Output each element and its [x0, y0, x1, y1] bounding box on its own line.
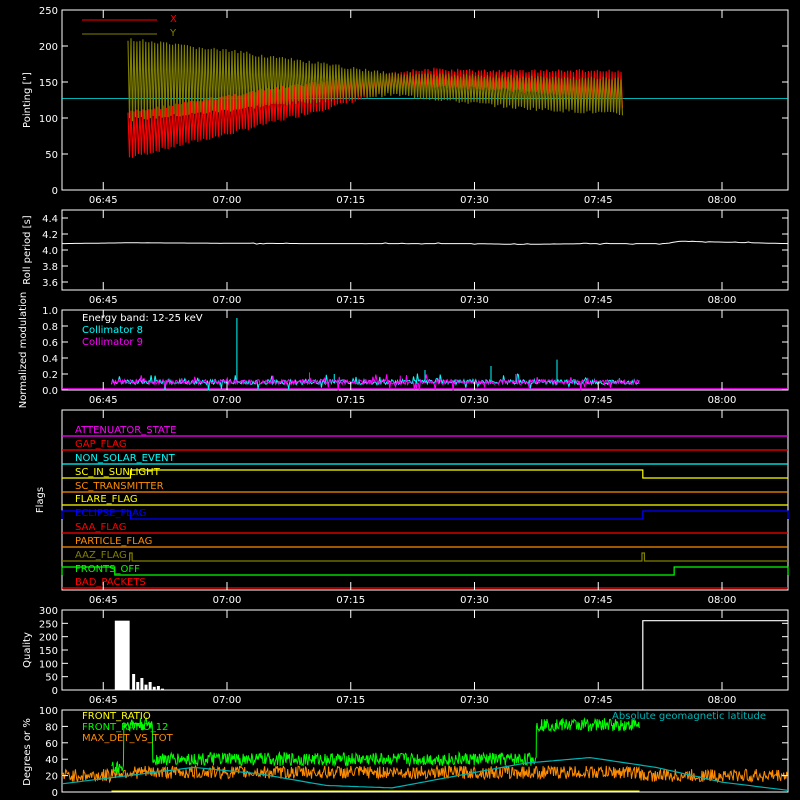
- flag-label-particle-flag: PARTICLE_FLAG: [75, 536, 152, 547]
- quality-bar: [136, 682, 140, 690]
- flags-xtick-label: 06:45: [89, 595, 118, 606]
- flags-xtick-label: 07:30: [460, 595, 489, 606]
- flag-label-eclipse-flag: ECLIPSE_FLAG: [75, 508, 146, 519]
- quality-bar: [140, 678, 144, 690]
- quality-ytick-label: 0: [52, 686, 58, 697]
- quality-block-start: [114, 620, 130, 690]
- flags-xtick-label: 07:45: [584, 595, 613, 606]
- modulation-xtick-label: 07:15: [336, 395, 365, 406]
- legend-geomag-latitude: Absolute geomagnetic latitude: [612, 711, 766, 722]
- pointing-xtick-label: 07:45: [584, 195, 613, 206]
- legend-x-label: X: [170, 14, 177, 25]
- roll-period-ytick-label: 4.0: [42, 246, 58, 257]
- legend-collimator8: Collimator 8: [82, 325, 143, 336]
- chart-canvas: 050100150200250 06:45 07:00 07:15 07:30 07:4…: [0, 0, 800, 800]
- legend-front-ratio-12: FRONT_RATIO_12: [82, 722, 168, 733]
- flag-label-sc-transmitter: SC_TRANSMITTER: [75, 481, 164, 492]
- ratio-ytick-label: 0: [52, 788, 58, 799]
- pointing-ytick-label: 200: [39, 42, 58, 53]
- ratio-ytick-label: 60: [45, 739, 58, 750]
- legend-front-ratio: FRONT_RATIO: [82, 711, 151, 722]
- quality-bar: [152, 686, 156, 690]
- quality-ytick-label: 50: [45, 673, 58, 684]
- modulation-ytick-label: 0.0: [42, 386, 58, 397]
- quality-bar: [144, 684, 148, 690]
- pointing-ytick-label: 150: [39, 78, 58, 89]
- modulation-xtick-label: 07:45: [584, 395, 613, 406]
- pointing-ytick-label: 50: [45, 150, 58, 161]
- modulation-ylabel-line1: Normalized modulation: [18, 292, 29, 409]
- pointing-ytick-label: 0: [52, 186, 58, 197]
- quality-ytick-label: 250: [39, 619, 58, 630]
- quality-ytick-label: 150: [39, 646, 58, 657]
- flag-label-gap-flag: GAP_FLAG: [75, 439, 127, 450]
- roll-period-ytick-label: 3.8: [42, 262, 58, 273]
- quality-ytick-label: 300: [39, 606, 58, 617]
- flag-label-saa-flag: SAA_FLAG: [75, 522, 126, 533]
- modulation-xtick-label: 07:30: [460, 395, 489, 406]
- roll-period-xtick-label: 07:45: [584, 295, 613, 306]
- flags-ylabel: Flags: [35, 487, 46, 513]
- modulation-xtick-label: 08:00: [708, 395, 737, 406]
- flag-label-bad-packets: BAD_PACKETS: [75, 577, 146, 588]
- roll-period-ytick-label: 4.4: [42, 214, 58, 225]
- modulation-xtick-label: 07:00: [213, 395, 242, 406]
- pointing-xtick-label: 08:00: [708, 195, 737, 206]
- flag-label-flare-flag: FLARE_FLAG: [75, 494, 138, 505]
- ratio-ytick-label: 100: [39, 706, 58, 717]
- roll-period-xtick-label: 07:00: [213, 295, 242, 306]
- quality-ytick-label: 100: [39, 659, 58, 670]
- legend-y-label: Y: [169, 28, 177, 39]
- flag-label-sc-in-sunlight: SC_IN_SUNLIGHT: [75, 467, 161, 478]
- pointing-ytick-label: 100: [39, 114, 58, 125]
- roll-period-xtick-label: 07:15: [336, 295, 365, 306]
- modulation-ytick-label: 0.2: [42, 370, 58, 381]
- roll-period-ytick-label: 3.6: [42, 278, 58, 289]
- ratio-ytick-label: 20: [45, 772, 58, 783]
- flag-label-fronts-off: FRONTS_OFF: [75, 564, 140, 575]
- ratio-ylabel: Degrees or %: [22, 718, 33, 786]
- flag-label-attenuator-state: ATTENUATOR_STATE: [75, 425, 176, 436]
- quality-bar: [161, 688, 164, 690]
- pointing-xtick-label: 07:15: [336, 195, 365, 206]
- roll-period-ylabel: Roll period [s]: [22, 215, 33, 284]
- energy-band-annotation: Energy band: 12-25 keV: [82, 313, 203, 324]
- quality-bar: [148, 682, 152, 690]
- modulation-ytick-label: 1.0: [42, 306, 58, 317]
- modulation-ytick-label: 0.4: [42, 354, 58, 365]
- modulation-ytick-label: 0.6: [42, 338, 58, 349]
- pointing-xtick-label: 07:00: [213, 195, 242, 206]
- flags-xtick-label: 07:00: [213, 595, 242, 606]
- quality-xtick-label: 08:00: [708, 695, 737, 706]
- pointing-xtick-label: 06:45: [89, 195, 118, 206]
- quality-xtick-label: 07:15: [336, 695, 365, 706]
- flag-label-non-solar-event: NON_SOLAR_EVENT: [75, 453, 176, 464]
- legend-collimator9: Collimator 9: [82, 337, 143, 348]
- ratio-ytick-label: 80: [45, 722, 58, 733]
- quality-xtick-label: 07:30: [460, 695, 489, 706]
- quality-xtick-label: 06:45: [89, 695, 118, 706]
- pointing-ytick-label: 250: [39, 6, 58, 17]
- modulation-xtick-label: 06:45: [89, 395, 118, 406]
- quality-ytick-label: 200: [39, 633, 58, 644]
- ratio-ytick-label: 40: [45, 755, 58, 766]
- quality-bar: [132, 674, 136, 690]
- flags-xtick-label: 08:00: [708, 595, 737, 606]
- roll-period-ytick-label: 4.2: [42, 230, 58, 241]
- quality-bar: [156, 686, 160, 690]
- roll-period-xtick-label: 08:00: [708, 295, 737, 306]
- quality-xtick-label: 07:45: [584, 695, 613, 706]
- pointing-xtick-label: 07:30: [460, 195, 489, 206]
- roll-period-xtick-label: 06:45: [89, 295, 118, 306]
- pointing-ylabel: Pointing ["]: [22, 72, 33, 128]
- modulation-ytick-label: 0.8: [42, 322, 58, 333]
- quality-xtick-label: 07:00: [213, 695, 242, 706]
- roll-period-xtick-label: 07:30: [460, 295, 489, 306]
- quality-ylabel: Quality: [22, 632, 33, 668]
- flag-label-aaz-flag: AAZ_FLAG: [75, 550, 127, 561]
- legend-max-det: MAX_DET_VS_TOT: [82, 733, 174, 744]
- flags-xtick-label: 07:15: [336, 595, 365, 606]
